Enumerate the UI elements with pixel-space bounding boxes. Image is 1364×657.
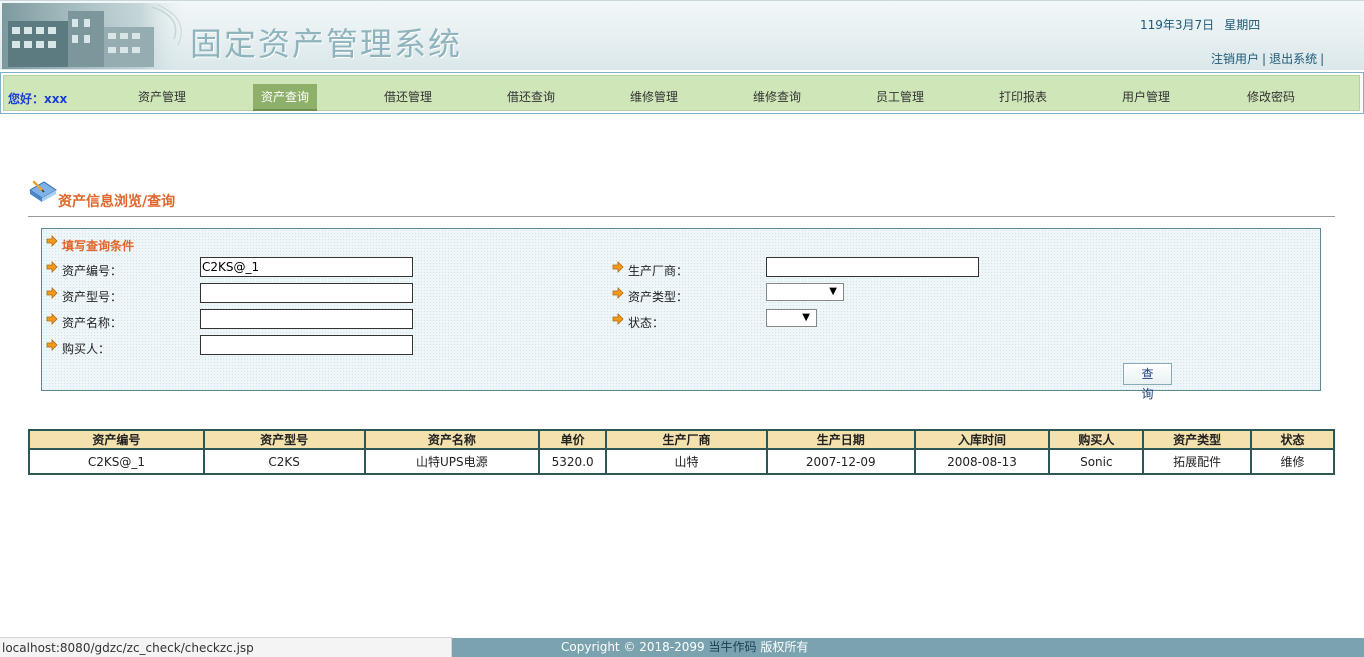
book-pen-icon <box>29 180 57 202</box>
arrow-right-icon <box>612 261 624 273</box>
arrow-right-icon <box>612 287 624 299</box>
nav-item-repair-management[interactable]: 维修管理 <box>630 84 678 111</box>
model-input[interactable] <box>200 283 413 303</box>
nav-item-print-report[interactable]: 打印报表 <box>999 84 1047 111</box>
arrow-right-icon <box>46 287 58 299</box>
status-label: 状态： <box>628 316 665 330</box>
logout-user-link[interactable]: 注销用户 <box>1211 52 1259 66</box>
query-form: 填写查询条件 资产编号： 资产型号： 资产名称： 购买人： 生产厂商： 资产类型… <box>41 228 1321 401</box>
cell-name: 山特UPS电源 <box>363 448 541 475</box>
asset-no-input[interactable] <box>200 257 413 277</box>
status-select[interactable]: ▼ <box>766 309 817 327</box>
current-weekday: 星期四 <box>1224 18 1261 32</box>
date-display: 119年3月7日 星期四 <box>1140 16 1270 33</box>
col-header-buyer: 购买人 <box>1048 429 1145 450</box>
col-header-asset-no: 资产编号 <box>28 429 205 450</box>
nav-item-asset-management[interactable]: 资产管理 <box>138 84 186 111</box>
col-header-storage-date: 入库时间 <box>913 429 1051 450</box>
table-header-row: 资产编号 资产型号 资产名称 单价 生产厂商 生产日期 入库时间 购买人 资产类… <box>28 429 1335 450</box>
results-table: 资产编号 资产型号 资产名称 单价 生产厂商 生产日期 入库时间 购买人 资产类… <box>28 429 1335 475</box>
col-header-model: 资产型号 <box>202 429 366 450</box>
name-input[interactable] <box>200 309 413 329</box>
browser-status-url: localhost:8080/gdzc/zc_check/checkzc.jsp <box>0 637 452 657</box>
name-label: 资产名称： <box>62 316 123 330</box>
footer-copyright: Copyright © 2018-2099 当牛作码 版权所有 <box>561 638 808 657</box>
cell-storage-date: 2008-08-13 <box>913 448 1051 475</box>
copyright-text: Copyright © 2018-2099 <box>561 640 705 654</box>
cell-buyer: Sonic <box>1048 448 1145 475</box>
col-header-production-date: 生产日期 <box>765 429 916 450</box>
asset-no-label: 资产编号： <box>62 264 123 278</box>
dropdown-caret-icon: ▼ <box>802 312 810 323</box>
model-label: 资产型号： <box>62 290 123 304</box>
query-button[interactable]: 查 询 <box>1123 363 1172 401</box>
building-logo-icon <box>2 3 187 69</box>
footer: Copyright © 2018-2099 当牛作码 版权所有 <box>452 638 1364 657</box>
arrow-right-icon <box>46 235 58 247</box>
cell-status: 维修 <box>1250 448 1335 475</box>
manufacturer-label: 生产厂商： <box>628 264 689 278</box>
cell-price: 5320.0 <box>538 448 608 475</box>
nav-item-borrow-management[interactable]: 借还管理 <box>384 84 432 111</box>
main-nav: 您好：xxx 资产管理 资产查询 借还管理 借还查询 维修管理 维修查询 员工管… <box>0 72 1364 114</box>
rights-text: 版权所有 <box>760 640 809 654</box>
col-header-asset-type: 资产类型 <box>1142 429 1253 450</box>
col-header-status: 状态 <box>1250 429 1335 450</box>
nav-item-asset-query[interactable]: 资产查询 <box>253 84 318 111</box>
user-greeting: 您好：xxx <box>8 92 68 106</box>
cell-production-date: 2007-12-09 <box>765 448 916 475</box>
manufacturer-input[interactable] <box>766 257 979 277</box>
link-separator: | <box>1262 52 1267 66</box>
table-row: C2KS@_1 C2KS 山特UPS电源 5320.0 山特 2007-12-0… <box>28 448 1335 475</box>
exit-system-link[interactable]: 退出系统 <box>1269 52 1317 66</box>
copyright-owner: 当牛作码 <box>708 640 757 654</box>
nav-item-borrow-query[interactable]: 借还查询 <box>507 84 555 111</box>
dropdown-caret-icon: ▼ <box>829 286 837 297</box>
section-title: 资产信息浏览/查询 <box>58 194 176 210</box>
main-nav-inner: 您好：xxx 资产管理 资产查询 借还管理 借还查询 维修管理 维修查询 员工管… <box>3 75 1360 111</box>
nav-item-user-management[interactable]: 用户管理 <box>1122 84 1170 111</box>
cell-asset-type: 拓展配件 <box>1142 448 1253 475</box>
col-header-name: 资产名称 <box>363 429 541 450</box>
section-divider <box>28 216 1335 217</box>
condition-title: 填写查询条件 <box>62 239 135 253</box>
cell-manufacturer: 山特 <box>605 448 768 475</box>
cell-asset-no: C2KS@_1 <box>28 448 205 475</box>
arrow-right-icon <box>46 339 58 351</box>
buyer-input[interactable] <box>200 335 413 355</box>
arrow-right-icon <box>46 313 58 325</box>
header-banner: 固定资产管理系统 119年3月7日 星期四 注销用户 | 退出系统 | <box>0 0 1364 70</box>
user-links: 注销用户 | 退出系统 | <box>1211 50 1327 67</box>
arrow-right-icon <box>46 261 58 273</box>
link-separator-trailing: | <box>1320 52 1325 66</box>
current-date: 119年3月7日 <box>1140 18 1215 32</box>
col-header-price: 单价 <box>538 429 608 450</box>
asset-type-select[interactable]: ▼ <box>766 283 844 301</box>
nav-item-change-password[interactable]: 修改密码 <box>1247 84 1295 111</box>
nav-item-staff-management[interactable]: 员工管理 <box>876 84 924 111</box>
system-title: 固定资产管理系统 <box>190 25 463 63</box>
arrow-right-icon <box>612 313 624 325</box>
cell-model: C2KS <box>202 448 366 475</box>
col-header-manufacturer: 生产厂商 <box>605 429 768 450</box>
nav-item-repair-query[interactable]: 维修查询 <box>753 84 801 111</box>
buyer-label: 购买人： <box>62 342 111 356</box>
asset-type-label: 资产类型： <box>628 290 689 304</box>
